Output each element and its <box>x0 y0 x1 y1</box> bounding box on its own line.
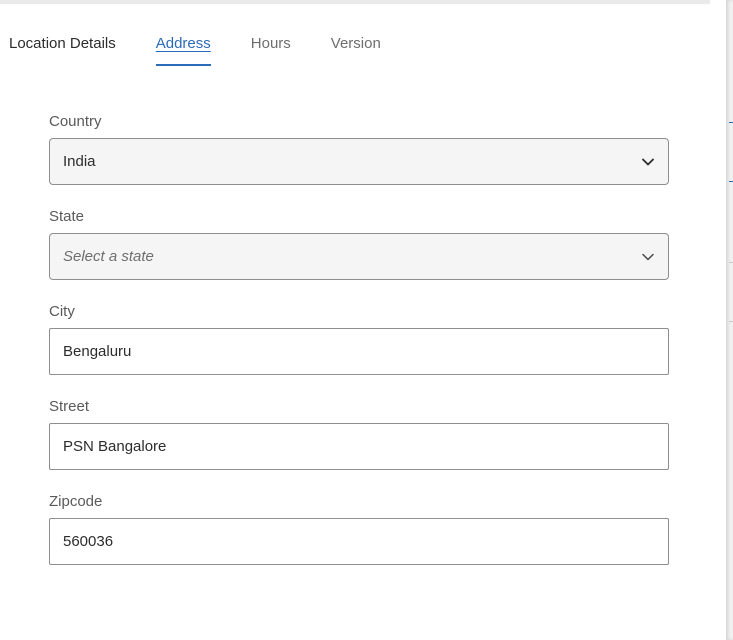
chevron-down-icon <box>641 155 655 169</box>
state-select[interactable]: Select a state <box>49 233 669 280</box>
edge-mark <box>729 122 733 123</box>
street-input[interactable] <box>63 438 655 455</box>
country-select[interactable]: India <box>49 138 669 185</box>
zipcode-input[interactable] <box>63 533 655 550</box>
tab-location-details[interactable]: Location Details <box>9 34 116 68</box>
chevron-down-icon <box>641 250 655 264</box>
top-divider <box>0 0 710 4</box>
tab-bar: Location Details Address Hours Version <box>9 34 381 68</box>
address-form: Country India State Select a state City … <box>49 112 669 587</box>
city-field[interactable] <box>49 328 669 375</box>
zipcode-field[interactable] <box>49 518 669 565</box>
tab-version[interactable]: Version <box>331 34 381 68</box>
country-label: Country <box>49 113 102 130</box>
street-field[interactable] <box>49 423 669 470</box>
zipcode-label: Zipcode <box>49 493 103 510</box>
state-placeholder: Select a state <box>63 248 154 265</box>
tab-hours[interactable]: Hours <box>251 34 291 68</box>
edge-mark <box>729 321 733 322</box>
street-label: Street <box>49 398 90 415</box>
country-value: India <box>63 153 96 170</box>
city-label: City <box>49 303 75 320</box>
city-input[interactable] <box>63 343 655 360</box>
state-label: State <box>49 208 85 225</box>
edge-mark <box>729 262 733 263</box>
adjacent-panel-edge <box>726 0 733 640</box>
tab-address[interactable]: Address <box>155 34 211 68</box>
edge-mark <box>729 181 733 182</box>
